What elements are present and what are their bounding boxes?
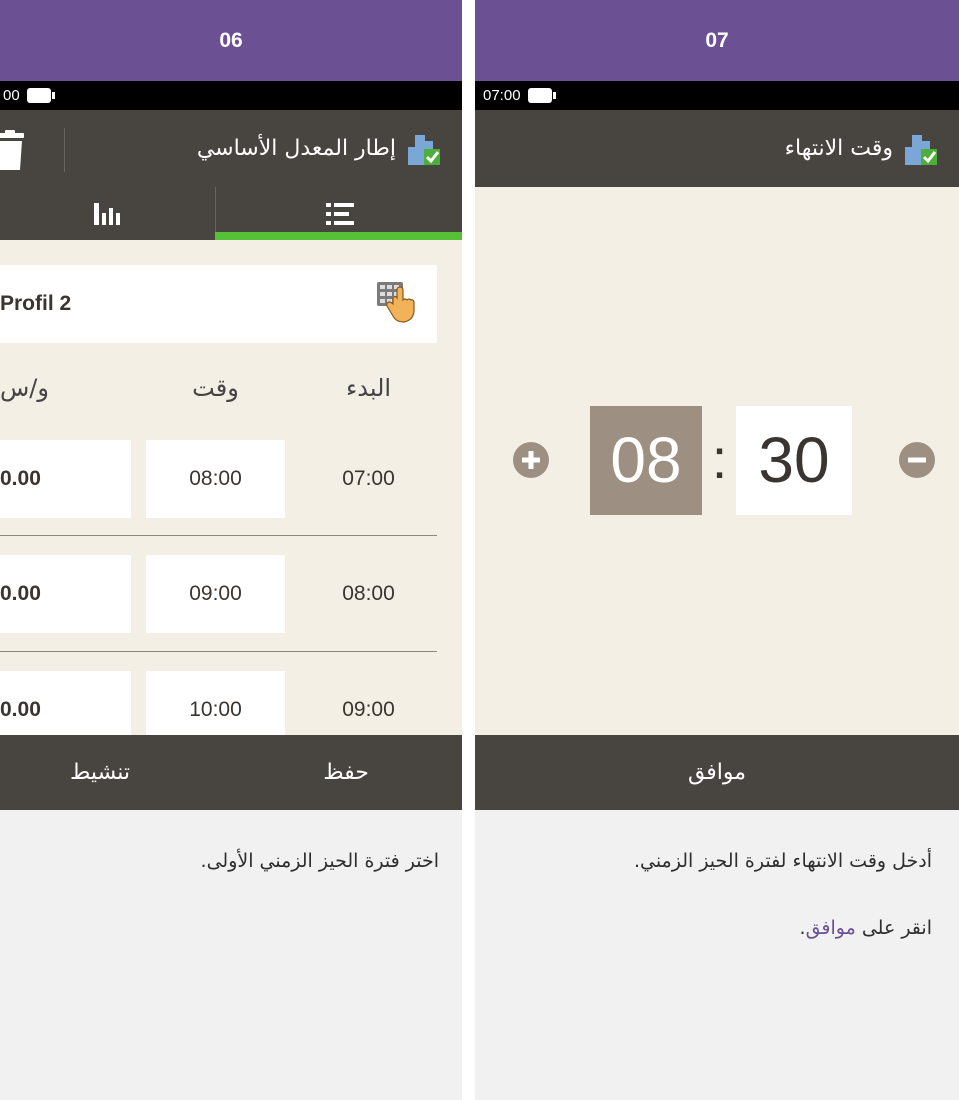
step-06-panel: 06 00 إطار المعدل الأساسي Profil 2 البدء…	[0, 0, 462, 1100]
ok-button[interactable]: موافق	[475, 735, 959, 810]
time-segment-row[interactable]: 0.00 08:00 07:00	[0, 440, 462, 518]
time-separator: :	[711, 427, 728, 490]
title-bar: إطار المعدل الأساسي	[0, 110, 462, 187]
start-time-cell: 09:00	[342, 698, 395, 721]
tab-chart-view[interactable]	[0, 187, 215, 240]
instruction-prefix: انقر على	[855, 917, 932, 939]
keypad-touch-icon	[377, 282, 415, 323]
minutes-field[interactable]: 30	[736, 406, 852, 515]
end-time-cell[interactable]: 09:00	[146, 555, 285, 633]
time-segment-row[interactable]: 0.00 09:00 08:00	[0, 555, 462, 633]
step-number: 06	[0, 0, 462, 81]
end-time-cell[interactable]: 10:00	[146, 671, 285, 735]
instruction-text-1: أدخل وقت الانتهاء لفترة الحيز الزمني.	[633, 850, 932, 872]
basal-profile-content: Profil 2 البدء وقت و/س 0.00 08:00 07:00 …	[0, 240, 462, 735]
row-divider	[0, 651, 437, 652]
ok-link[interactable]: موافق	[806, 917, 856, 939]
status-bar: 07:00	[475, 81, 959, 110]
screen-title: إطار المعدل الأساسي	[197, 110, 442, 187]
title-divider	[64, 128, 65, 172]
save-button[interactable]: حفظ	[230, 735, 462, 810]
instruction-text: اختر فترة الحيز الزمني الأولى.	[200, 850, 439, 872]
bottom-action-bar: موافق	[475, 735, 959, 810]
list-icon	[325, 202, 354, 225]
minus-icon	[908, 457, 926, 463]
basal-rate-icon	[905, 134, 937, 165]
step-07-panel: 07 07:00 وقت الانتهاء 08 : 30 موافق أدخل…	[475, 0, 959, 1100]
bottom-action-bar: حفظ تنشيط	[0, 735, 462, 810]
time-entry-content: 08 : 30	[475, 187, 959, 735]
battery-icon	[527, 88, 556, 103]
row-divider	[0, 535, 437, 536]
profile-selector[interactable]: Profil 2	[0, 265, 437, 343]
minus-button[interactable]	[899, 442, 935, 478]
screen-title: وقت الانتهاء	[785, 110, 939, 187]
step-number: 07	[475, 0, 959, 81]
hours-field[interactable]: 08	[590, 406, 702, 515]
column-start-header: البدء	[345, 374, 392, 402]
activate-button[interactable]: تنشيط	[0, 735, 200, 810]
plus-icon	[522, 451, 540, 469]
column-rate-header: و/س	[0, 374, 49, 402]
column-end-header: وقت	[192, 374, 239, 402]
instruction-text-2: انقر على موافق.	[800, 917, 932, 939]
view-tabs	[0, 187, 462, 240]
start-time-cell: 07:00	[342, 467, 395, 490]
end-time-cell[interactable]: 08:00	[146, 440, 285, 518]
rate-cell[interactable]: 0.00	[0, 555, 131, 633]
status-time: 07:00	[483, 87, 521, 104]
status-time: 00	[3, 87, 20, 104]
status-bar: 00	[0, 81, 462, 110]
basal-rate-icon	[408, 134, 440, 165]
time-segment-row[interactable]: 0.00 10:00 09:00	[0, 671, 462, 735]
title-bar: وقت الانتهاء	[475, 110, 959, 187]
trash-icon[interactable]	[0, 130, 30, 172]
rate-cell[interactable]: 0.00	[0, 440, 131, 518]
title-text: إطار المعدل الأساسي	[196, 136, 396, 161]
start-time-cell: 08:00	[342, 582, 395, 605]
title-text: وقت الانتهاء	[784, 136, 893, 161]
plus-button[interactable]	[513, 442, 549, 478]
rate-cell[interactable]: 0.00	[0, 671, 131, 735]
active-tab-indicator	[215, 232, 462, 240]
profile-name: Profil 2	[0, 292, 72, 315]
bar-chart-icon	[93, 202, 120, 225]
battery-icon	[26, 88, 55, 103]
